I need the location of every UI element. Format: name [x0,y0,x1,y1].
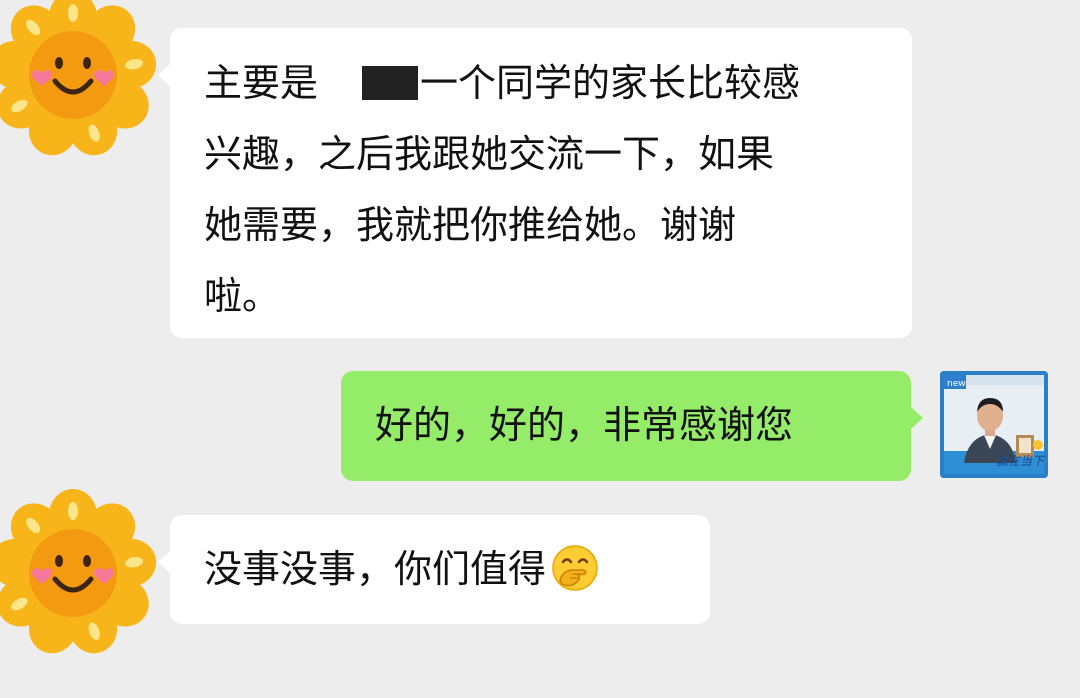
message-text: 主要是 [204,61,319,105]
sunflower-icon [0,0,157,156]
contact-avatar-1[interactable] [0,0,158,160]
message-text: 一个同学的家长比较感 [420,61,801,105]
message-text: 好的，好的，非常感谢您 [375,403,794,447]
sign-text: 赢在当下 [996,454,1046,468]
message-line: 她需要，我就把你推给她。谢谢 [204,203,737,247]
sunflower-icon [0,489,157,654]
person-photo-icon: new 赢在当下 [940,371,1048,478]
message-bubble-incoming[interactable]: 没事没事，你们值得 [158,515,710,624]
contact-avatar-2[interactable] [0,488,158,658]
self-avatar[interactable]: new 赢在当下 [940,371,1048,478]
message-bubble-outgoing[interactable]: 好的，好的，非常感谢您 [341,371,923,481]
redacted-block [362,66,419,100]
message-line: 没事没事，你们值得 [204,534,710,605]
message-line: 兴趣，之后我跟她交流一下，如果 [204,132,775,176]
message-bubble-incoming[interactable]: 主要是 一个同学的家长比较感 兴趣，之后我跟她交流一下，如果 她需要，我就把你推给… [158,28,912,338]
message-text: 没事没事，你们值得 [204,547,547,591]
message-line: 主要是 一个同学的家长比较感 [204,48,878,119]
badge-label: new [947,379,966,389]
hand-over-mouth-emoji [552,545,598,591]
message-line: 啦。 [204,274,281,318]
